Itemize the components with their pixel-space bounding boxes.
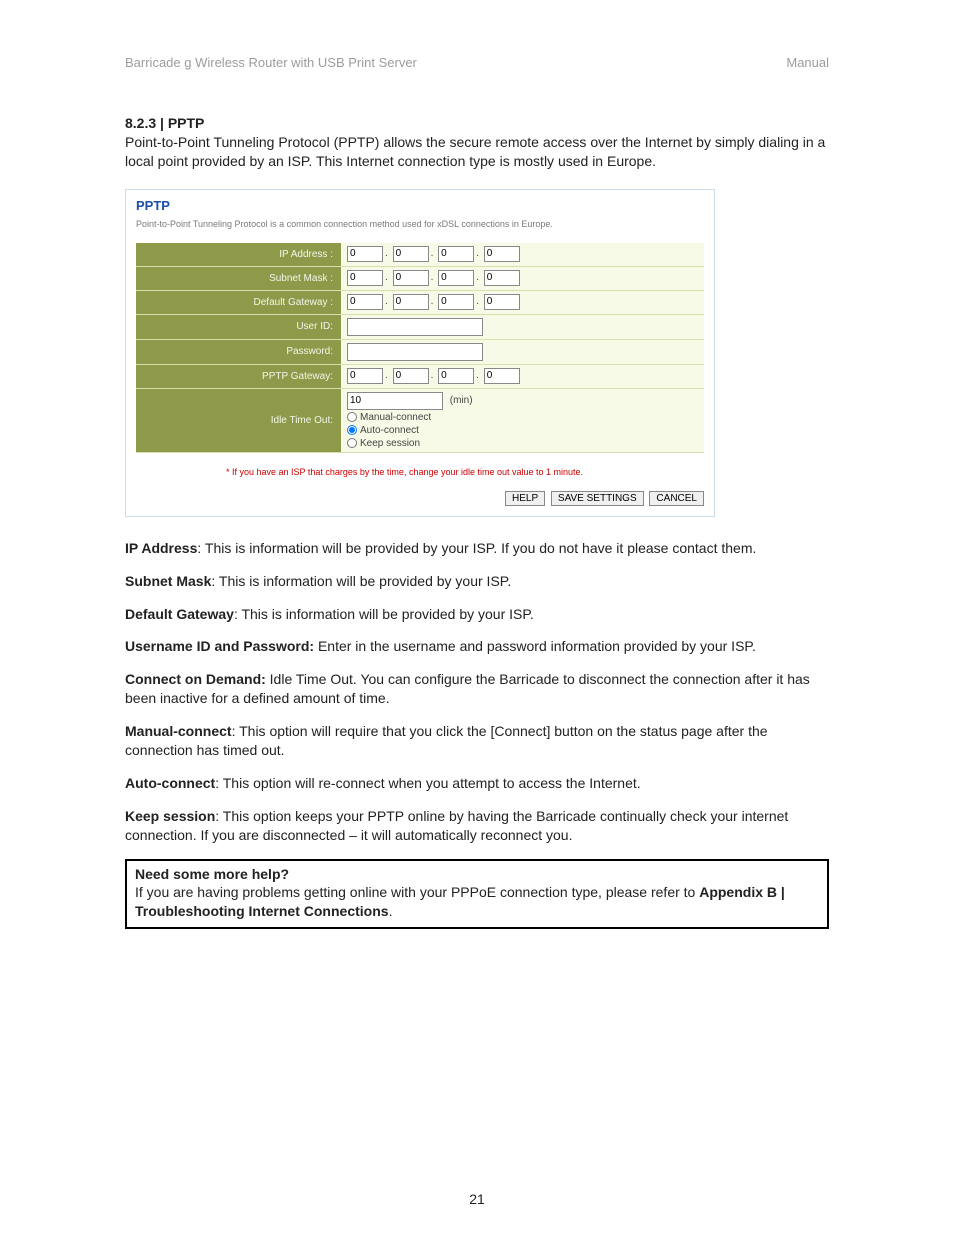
radio-auto-connect[interactable] bbox=[347, 425, 357, 435]
panel-title: PPTP bbox=[136, 198, 704, 213]
label-idle-timeout: Idle Time Out: bbox=[136, 389, 341, 452]
subnet-mask-octet-3[interactable] bbox=[438, 270, 474, 286]
row-password: Password: bbox=[136, 340, 704, 365]
field-description-term: Auto-connect bbox=[125, 775, 215, 791]
field-description-text: This is information will be provided by … bbox=[241, 606, 533, 622]
radio-keep-session-label: Keep session bbox=[360, 438, 420, 449]
field-description-term: Subnet Mask bbox=[125, 573, 211, 589]
radio-manual-connect-label: Manual-connect bbox=[360, 412, 431, 423]
radio-manual-connect[interactable] bbox=[347, 412, 357, 422]
field-description-term: Connect on Demand: bbox=[125, 671, 266, 687]
section-heading: 8.2.3 | PPTP bbox=[125, 115, 829, 131]
radio-keep-session[interactable] bbox=[347, 438, 357, 448]
subnet-mask-octet-4[interactable] bbox=[484, 270, 520, 286]
field-description: IP Address: This is information will be … bbox=[125, 539, 829, 558]
help-button[interactable]: HELP bbox=[505, 491, 545, 506]
pptp-gateway-octet-3[interactable] bbox=[438, 368, 474, 384]
password-input[interactable] bbox=[347, 343, 483, 361]
ip-address-octet-2[interactable] bbox=[393, 246, 429, 262]
pptp-gateway-octet-1[interactable] bbox=[347, 368, 383, 384]
pptp-gateway-octet-4[interactable] bbox=[484, 368, 520, 384]
section-intro: Point-to-Point Tunneling Protocol (PPTP)… bbox=[125, 133, 829, 171]
field-description-text: Enter in the username and password infor… bbox=[318, 638, 756, 654]
ip-address-octet-4[interactable] bbox=[484, 246, 520, 262]
field-description-term: Default Gateway bbox=[125, 606, 234, 622]
field-description: Manual-connect: This option will require… bbox=[125, 722, 829, 760]
ip-address-octet-3[interactable] bbox=[438, 246, 474, 262]
row-ip-address: IP Address : . . . bbox=[136, 243, 704, 267]
label-subnet-mask: Subnet Mask : bbox=[136, 267, 341, 290]
label-password: Password: bbox=[136, 340, 341, 364]
panel-subtitle: Point-to-Point Tunneling Protocol is a c… bbox=[136, 219, 704, 229]
field-description: Subnet Mask: This is information will be… bbox=[125, 572, 829, 591]
subnet-mask-octet-1[interactable] bbox=[347, 270, 383, 286]
field-description: Connect on Demand: Idle Time Out. You ca… bbox=[125, 670, 829, 708]
idle-time-warning: * If you have an ISP that charges by the… bbox=[226, 467, 704, 477]
save-settings-button[interactable]: SAVE SETTINGS bbox=[551, 491, 644, 506]
idle-time-input[interactable] bbox=[347, 392, 443, 410]
subnet-mask-octet-2[interactable] bbox=[393, 270, 429, 286]
field-description-text: This option will re-connect when you att… bbox=[223, 775, 641, 791]
radio-auto-connect-label: Auto-connect bbox=[360, 425, 419, 436]
default-gateway-octet-1[interactable] bbox=[347, 294, 383, 310]
row-idle-timeout: Idle Time Out: (min) Manual-connect Auto… bbox=[136, 389, 704, 453]
label-ip-address: IP Address : bbox=[136, 243, 341, 266]
field-description: Keep session: This option keeps your PPT… bbox=[125, 807, 829, 845]
field-description: Default Gateway: This is information wil… bbox=[125, 605, 829, 624]
pptp-config-panel: PPTP Point-to-Point Tunneling Protocol i… bbox=[125, 189, 715, 517]
default-gateway-octet-2[interactable] bbox=[393, 294, 429, 310]
field-description-text: This option keeps your PPTP online by ha… bbox=[125, 808, 788, 843]
product-title: Barricade g Wireless Router with USB Pri… bbox=[125, 55, 417, 70]
field-description-term: Manual-connect bbox=[125, 723, 232, 739]
doc-label: Manual bbox=[786, 55, 829, 70]
ip-address-octet-1[interactable] bbox=[347, 246, 383, 262]
help-box-body: If you are having problems getting onlin… bbox=[135, 884, 699, 900]
pptp-gateway-octet-2[interactable] bbox=[393, 368, 429, 384]
idle-time-unit: (min) bbox=[450, 395, 473, 406]
field-description-term: Keep session bbox=[125, 808, 215, 824]
field-description-text: This is information will be provided by … bbox=[219, 573, 511, 589]
default-gateway-octet-3[interactable] bbox=[438, 294, 474, 310]
label-pptp-gateway: PPTP Gateway: bbox=[136, 365, 341, 388]
field-description: Username ID and Password: Enter in the u… bbox=[125, 637, 829, 656]
field-description-term: IP Address bbox=[125, 540, 197, 556]
page-number: 21 bbox=[0, 1191, 954, 1207]
row-pptp-gateway: PPTP Gateway: . . . bbox=[136, 365, 704, 389]
help-callout-box: Need some more help? If you are having p… bbox=[125, 859, 829, 930]
default-gateway-octet-4[interactable] bbox=[484, 294, 520, 310]
help-box-title: Need some more help? bbox=[135, 866, 289, 882]
cancel-button[interactable]: CANCEL bbox=[649, 491, 704, 506]
label-user-id: User ID: bbox=[136, 315, 341, 339]
user-id-input[interactable] bbox=[347, 318, 483, 336]
field-description-term: Username ID and Password: bbox=[125, 638, 314, 654]
row-default-gateway: Default Gateway : . . . bbox=[136, 291, 704, 315]
row-subnet-mask: Subnet Mask : . . . bbox=[136, 267, 704, 291]
help-box-tail: . bbox=[389, 903, 393, 919]
row-user-id: User ID: bbox=[136, 315, 704, 340]
field-description-text: This is information will be provided by … bbox=[205, 540, 756, 556]
field-description: Auto-connect: This option will re-connec… bbox=[125, 774, 829, 793]
label-default-gateway: Default Gateway : bbox=[136, 291, 341, 314]
